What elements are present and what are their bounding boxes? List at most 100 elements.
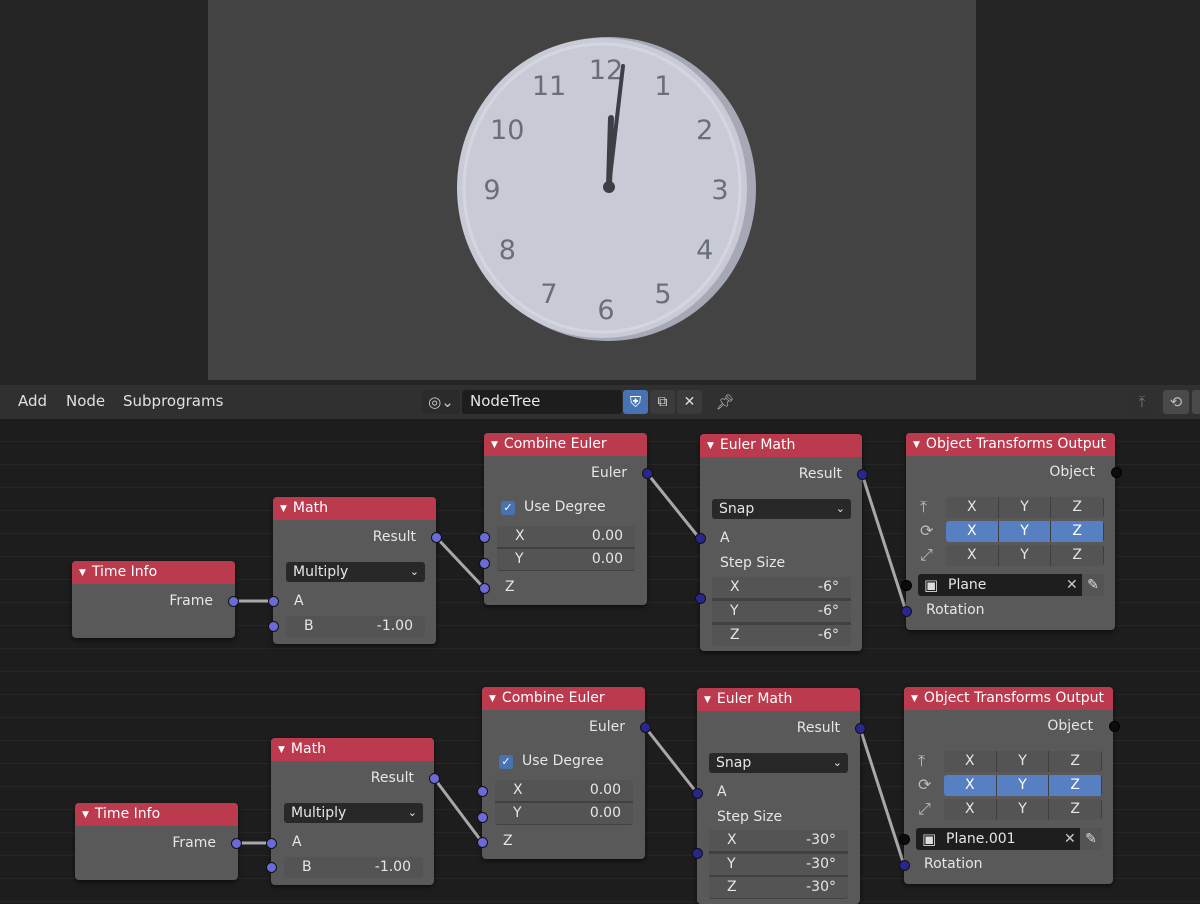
close-icon[interactable]: ✕	[677, 390, 702, 414]
euler-math-node[interactable]: ▼ Euler Math Result Snap ⌄ A Step Size X -6…	[700, 434, 862, 651]
rotation-y-toggle[interactable]: Y	[996, 775, 1050, 796]
scale-x-toggle[interactable]: X	[946, 545, 999, 566]
node-tree-field[interactable]: NodeTree	[462, 390, 622, 414]
object-transforms-output-node[interactable]: ▼ Object Transforms Output Object ⤒ ⟳ ⤢ X…	[904, 687, 1113, 884]
a-input-socket[interactable]	[268, 596, 279, 607]
collapse-icon[interactable]: ▼	[704, 695, 711, 705]
collapse-icon[interactable]: ▼	[79, 568, 86, 578]
object-input-socket[interactable]	[899, 834, 910, 845]
z-input-socket[interactable]	[479, 583, 490, 594]
scale-y-toggle[interactable]: Y	[998, 545, 1052, 566]
x-input-socket[interactable]	[479, 532, 490, 543]
math-node[interactable]: ▼ Math Result Multiply ⌄ A B -1.00	[271, 738, 434, 885]
object-output-socket[interactable]	[1111, 467, 1122, 478]
node-header[interactable]: ▼ Time Info	[72, 561, 235, 584]
y-input-field[interactable]: Y 0.00	[497, 549, 635, 570]
operation-dropdown[interactable]: Snap ⌄	[709, 753, 848, 773]
result-output-socket[interactable]	[429, 773, 440, 784]
collapse-icon[interactable]: ▼	[278, 745, 285, 755]
step-y-field[interactable]: Y -30°	[709, 854, 848, 875]
y-input-socket[interactable]	[477, 812, 488, 823]
location-x-toggle[interactable]: X	[946, 497, 999, 518]
step-z-field[interactable]: Z -6°	[712, 625, 851, 646]
eyedropper-icon[interactable]: ✎	[1080, 828, 1102, 850]
pin-icon[interactable]: 📌︎	[713, 390, 737, 414]
node-header[interactable]: ▼ Combine Euler	[484, 433, 647, 456]
step-size-input-socket[interactable]	[692, 848, 703, 859]
frame-output-socket[interactable]	[228, 596, 239, 607]
x-input-socket[interactable]	[477, 786, 488, 797]
shield-icon[interactable]: ⛨	[623, 390, 648, 414]
step-x-field[interactable]: X -30°	[709, 830, 848, 851]
location-z-toggle[interactable]: Z	[1051, 497, 1104, 518]
node-header[interactable]: ▼ Euler Math	[700, 434, 862, 457]
eyedropper-icon[interactable]: ✎	[1082, 574, 1104, 596]
time-info-node[interactable]: ▼ Time Info Frame	[75, 803, 238, 880]
collapse-icon[interactable]: ▼	[82, 810, 89, 820]
node-header[interactable]: ▼ Euler Math	[697, 688, 860, 711]
step-size-input-socket[interactable]	[695, 593, 706, 604]
object-selector[interactable]: ▣ Plane ✕ ✎	[918, 574, 1104, 596]
math-node[interactable]: ▼ Math Result Multiply ⌄ A B -1.00	[273, 497, 436, 644]
euler-output-socket[interactable]	[640, 722, 651, 733]
location-z-toggle[interactable]: Z	[1049, 751, 1102, 772]
collapse-icon[interactable]: ▼	[489, 694, 496, 704]
combine-euler-node[interactable]: ▼ Combine Euler Euler ✓ Use Degree X 0.00 …	[482, 687, 645, 859]
object-input-socket[interactable]	[901, 580, 912, 591]
euler-output-socket[interactable]	[642, 468, 653, 479]
rotation-x-toggle[interactable]: X	[946, 521, 999, 542]
clear-icon[interactable]: ✕	[1066, 574, 1078, 596]
node-header[interactable]: ▼ Math	[273, 497, 436, 520]
scale-z-toggle[interactable]: Z	[1051, 545, 1104, 566]
step-z-field[interactable]: Z -30°	[709, 877, 848, 898]
location-y-toggle[interactable]: Y	[996, 751, 1050, 772]
result-output-socket[interactable]	[857, 469, 868, 480]
use-degree-checkbox[interactable]: ✓	[499, 755, 513, 769]
scale-y-toggle[interactable]: Y	[996, 799, 1050, 820]
a-input-socket[interactable]	[692, 788, 703, 799]
scale-z-toggle[interactable]: Z	[1049, 799, 1102, 820]
b-input-socket[interactable]	[268, 621, 279, 632]
menu-node[interactable]: Node	[66, 392, 105, 410]
result-output-socket[interactable]	[855, 723, 866, 734]
combine-euler-node[interactable]: ▼ Combine Euler Euler ✓ Use Degree X 0.00 …	[484, 433, 647, 605]
y-input-socket[interactable]	[479, 558, 490, 569]
3d-viewport[interactable]: 12 1 2 3 4 5 6 7 8 9 10 11	[0, 0, 1200, 385]
menu-subprograms[interactable]: Subprograms	[123, 392, 223, 410]
collapse-icon[interactable]: ▼	[491, 440, 498, 450]
node-header[interactable]: ▼ Combine Euler	[482, 687, 645, 710]
location-y-toggle[interactable]: Y	[998, 497, 1052, 518]
y-input-field[interactable]: Y 0.00	[495, 803, 633, 824]
object-transforms-output-node[interactable]: ▼ Object Transforms Output Object ⤒ ⟳ ⤢ X…	[906, 433, 1115, 630]
clear-icon[interactable]: ✕	[1064, 828, 1076, 850]
object-output-socket[interactable]	[1109, 721, 1120, 732]
x-input-field[interactable]: X 0.00	[497, 526, 635, 547]
rotation-y-toggle[interactable]: Y	[998, 521, 1052, 542]
location-x-toggle[interactable]: X	[944, 751, 997, 772]
node-header[interactable]: ▼ Object Transforms Output	[906, 433, 1115, 456]
operation-dropdown[interactable]: Multiply ⌄	[286, 562, 425, 582]
rotation-x-toggle[interactable]: X	[944, 775, 997, 796]
operation-dropdown[interactable]: Multiply ⌄	[284, 803, 423, 823]
collapse-icon[interactable]: ▼	[280, 504, 287, 514]
time-info-node[interactable]: ▼ Time Info Frame	[72, 561, 235, 638]
overlay-toggle[interactable]	[1192, 390, 1200, 414]
menu-add[interactable]: Add	[18, 392, 47, 410]
parent-icon[interactable]: ⤒	[1130, 390, 1154, 414]
step-x-field[interactable]: X -6°	[712, 577, 851, 598]
scale-x-toggle[interactable]: X	[944, 799, 997, 820]
frame-output-socket[interactable]	[231, 838, 242, 849]
rotation-input-socket[interactable]	[901, 606, 912, 617]
a-input-socket[interactable]	[266, 838, 277, 849]
node-header[interactable]: ▼ Time Info	[75, 803, 238, 826]
b-input-field[interactable]: B -1.00	[286, 616, 425, 637]
rotation-input-socket[interactable]	[899, 860, 910, 871]
node-editor-icon[interactable]: ◎⌄	[422, 390, 460, 414]
object-selector[interactable]: ▣ Plane.001 ✕ ✎	[916, 828, 1102, 850]
z-input-socket[interactable]	[477, 837, 488, 848]
rotation-z-toggle[interactable]: Z	[1049, 775, 1102, 796]
operation-dropdown[interactable]: Snap ⌄	[712, 499, 851, 519]
duplicate-icon[interactable]: ⧉	[650, 390, 675, 414]
b-input-field[interactable]: B -1.00	[284, 857, 423, 878]
collapse-icon[interactable]: ▼	[911, 694, 918, 704]
